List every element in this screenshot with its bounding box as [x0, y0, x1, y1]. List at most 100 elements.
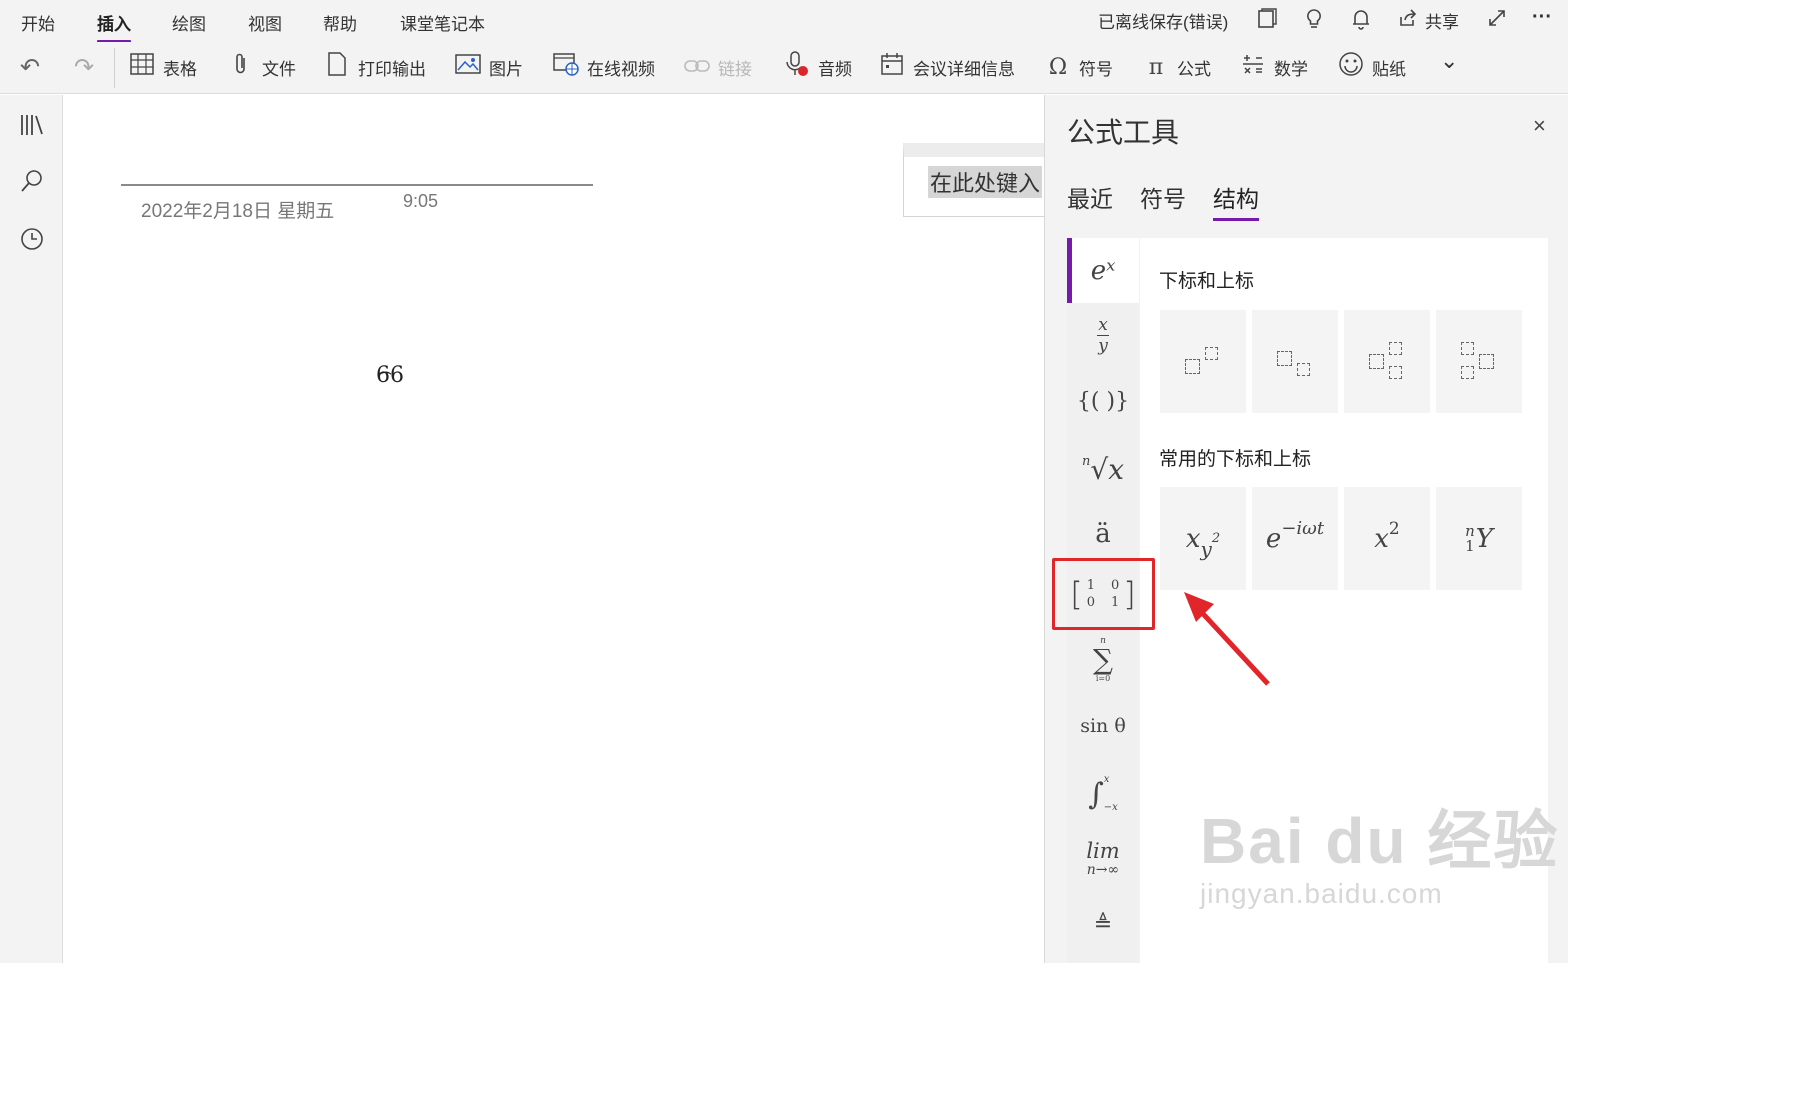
paperclip-icon [228, 52, 254, 82]
common-script-tile-3[interactable]: x2 [1344, 487, 1430, 590]
common-script-tile-2[interactable]: e −iωt [1252, 487, 1338, 590]
tab-draw[interactable]: 绘图 [172, 10, 206, 35]
fraction-numerator: x [1098, 314, 1108, 335]
tile1-base: x [1185, 523, 1201, 554]
subsup-template-preview [1367, 341, 1407, 382]
tab-view[interactable]: 视图 [248, 10, 282, 35]
sticker-button[interactable]: 贴纸 [1338, 52, 1406, 82]
category-radical[interactable]: n √x [1067, 438, 1139, 500]
tab-help[interactable]: 帮助 [323, 10, 357, 35]
radical-label: √x [1090, 452, 1124, 486]
category-scripts[interactable]: eˣ [1067, 238, 1139, 303]
menu-bar: 开始 插入 绘图 视图 帮助 课堂笔记本 已离线保存(错误) 共享 ··· [0, 0, 1568, 43]
left-subsup-template-preview [1459, 341, 1499, 382]
table-icon [129, 53, 155, 81]
limit-subscript: n→∞ [1086, 862, 1120, 878]
red-arrow-annotation [1184, 592, 1270, 686]
ribbon-toolbar: ↶ ↷ 表格 文件 打印输出 图片 在线视频 链接 音频 会议详细信息 Ω 符号… [0, 42, 1568, 94]
file-attach-button[interactable]: 文件 [228, 52, 296, 82]
subsup-template-tile[interactable] [1344, 310, 1430, 413]
panel-title: 公式工具 [1067, 117, 1180, 148]
printout-button[interactable]: 打印输出 [324, 52, 426, 82]
meeting-details-button[interactable]: 会议详细信息 [879, 52, 1015, 82]
category-limits[interactable]: lim n→∞ [1067, 833, 1139, 889]
section-scripts-title: 下标和上标 [1159, 271, 1255, 292]
category-integrals[interactable]: ∫ x −x [1067, 763, 1139, 825]
left-navigation [0, 95, 63, 963]
tab-symbols[interactable]: 符号 [1140, 180, 1186, 214]
common-script-tile-1[interactable]: xy2 [1160, 487, 1246, 590]
page-canvas[interactable]: 2022年2月18日 星期五 9:05 ⌢ 66 在此处键入 [64, 95, 1053, 963]
math-button[interactable]: 数学 [1240, 52, 1308, 82]
link-button[interactable]: 链接 [684, 52, 752, 82]
superscript-template-tile[interactable] [1160, 310, 1246, 413]
tile1-sub: y [1200, 536, 1212, 561]
equation-button[interactable]: π 公式 [1143, 52, 1211, 82]
tab-class-notebook[interactable]: 课堂笔记本 [400, 10, 485, 35]
watermark-logo: Bai du 经验 [1200, 805, 1560, 877]
accents-label: ä [1095, 519, 1111, 549]
integral-upper: x [1103, 774, 1110, 785]
redo-button[interactable]: ↷ [74, 52, 94, 82]
equation-placeholder[interactable]: 在此处键入 [928, 166, 1043, 198]
share-icon[interactable] [1398, 8, 1418, 34]
category-fraction[interactable]: x y [1067, 306, 1139, 364]
tile2-base: e [1265, 523, 1282, 554]
subscript-template-tile[interactable] [1252, 310, 1338, 413]
search-icon[interactable] [16, 165, 48, 197]
fullscreen-icon[interactable] [1487, 8, 1507, 34]
equation-input-box[interactable]: 在此处键入 [903, 143, 1053, 217]
more-options-button[interactable]: ··· [1532, 6, 1552, 29]
placeholder-box [1297, 362, 1310, 376]
table-button[interactable]: 表格 [129, 52, 197, 82]
placeholder-box [1205, 346, 1218, 360]
common-script-tile-4[interactable]: n 1 Y [1436, 487, 1522, 590]
undo-button[interactable]: ↶ [20, 52, 40, 82]
tile4-pre-sub: 1 [1465, 536, 1475, 555]
bell-icon[interactable] [1351, 8, 1371, 36]
toolbar-divider [114, 48, 115, 88]
watermark: Bai du 经验 jingyan.baidu.com [1200, 790, 1559, 910]
tile1-sup: 2 [1211, 531, 1221, 546]
category-accents[interactable]: ä [1067, 506, 1139, 562]
category-operators[interactable]: ≜ [1067, 900, 1139, 948]
tile4-prescripts: n 1 [1465, 523, 1475, 555]
tile3-base: x [1374, 523, 1389, 554]
subscript-template-preview [1275, 345, 1315, 379]
sum-sign: ∑ [1093, 643, 1113, 676]
math-expression[interactable]: ⌢ 66 [376, 359, 404, 388]
picture-button[interactable]: 图片 [455, 52, 523, 82]
tab-home[interactable]: 开始 [21, 10, 55, 35]
sync-status[interactable]: 已离线保存(错误) [1098, 8, 1228, 33]
functions-label: sin θ [1080, 715, 1126, 737]
close-icon[interactable]: × [1533, 113, 1546, 139]
symbol-button[interactable]: Ω 符号 [1045, 52, 1113, 82]
ribbon-overflow-chevron[interactable]: ⌄ [1440, 46, 1458, 76]
online-video-button[interactable]: 在线视频 [553, 52, 655, 82]
math-icon [1240, 52, 1266, 82]
page-title-line[interactable] [121, 184, 593, 186]
tile2-sup: −iωt [1281, 518, 1325, 539]
operators-label: ≜ [1093, 911, 1113, 937]
tab-structures[interactable]: 结构 [1213, 180, 1259, 221]
category-large-operators[interactable]: n ∑ i=0 [1067, 630, 1139, 690]
tab-insert[interactable]: 插入 [97, 10, 131, 43]
notebooks-icon[interactable] [16, 109, 48, 141]
share-button[interactable]: 共享 [1425, 8, 1459, 33]
omega-icon: Ω [1048, 54, 1068, 80]
tile4-base: Y [1475, 523, 1493, 554]
category-brackets[interactable]: {( )} [1067, 373, 1139, 429]
audio-button[interactable]: 音频 [784, 51, 852, 82]
page-date: 2022年2月18日 星期五 [141, 201, 335, 222]
left-subsup-template-tile[interactable] [1436, 310, 1522, 413]
notebook-pages-icon[interactable] [1256, 8, 1278, 36]
fraction-denominator: y [1098, 335, 1108, 356]
lightbulb-icon[interactable] [1304, 8, 1324, 36]
tab-recent[interactable]: 最近 [1067, 180, 1113, 214]
arc-accent: ⌢ [379, 359, 393, 383]
calendar-icon [879, 52, 905, 82]
placeholder-box [1277, 350, 1292, 366]
category-functions[interactable]: sin θ [1067, 698, 1139, 754]
superscript-template-preview [1183, 345, 1223, 379]
recent-clock-icon[interactable] [16, 223, 48, 255]
